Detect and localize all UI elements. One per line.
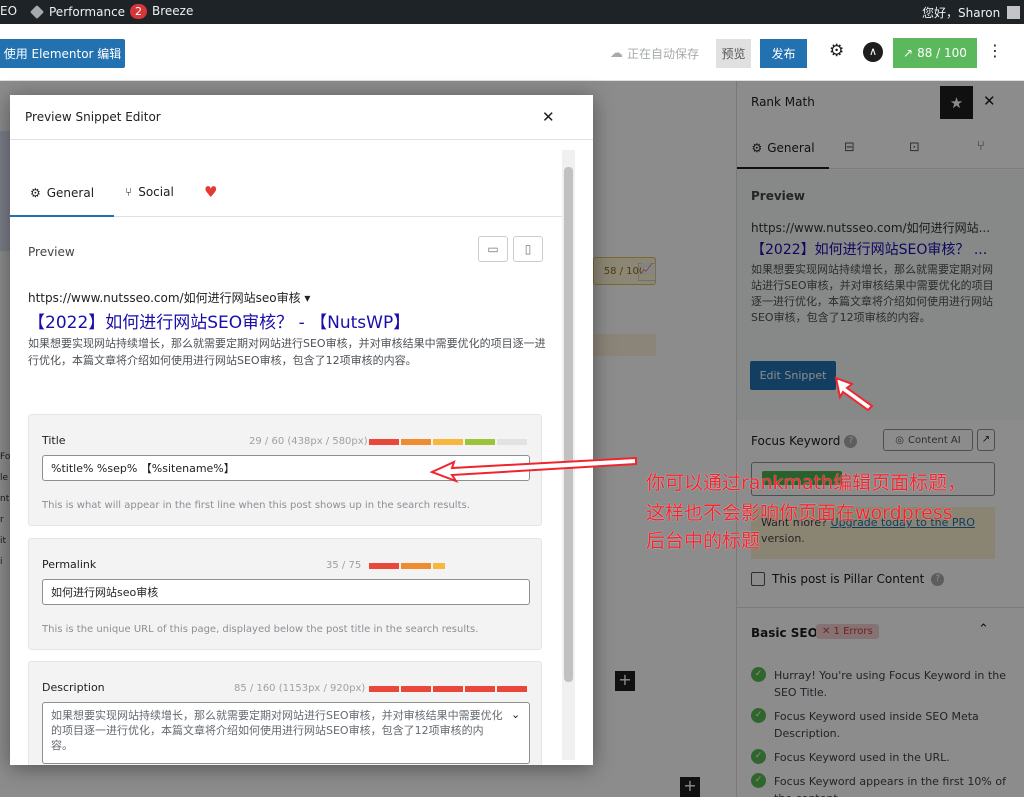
- arrow-to-title-field: [429, 456, 637, 484]
- annotation-line-2: 这样也不会影响你页面在wordpress: [646, 502, 953, 524]
- annotation-arrows: [429, 376, 874, 484]
- annotation-line-1: 你可以通过rankmath编辑页面标题，: [646, 472, 967, 494]
- annotation-line-3: 后台中的标题: [646, 530, 761, 552]
- arrow-to-edit-snippet: [834, 376, 874, 412]
